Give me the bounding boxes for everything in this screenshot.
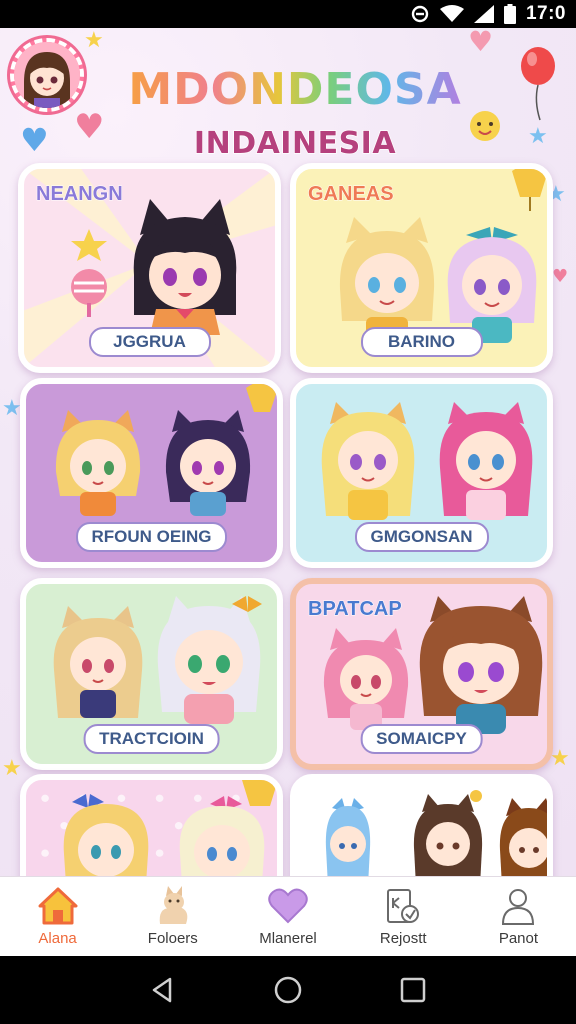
heart-decoration-icon: ♥: [468, 28, 494, 58]
nav-item-home[interactable]: Alana: [0, 877, 115, 956]
anime-characters-icon: [321, 402, 533, 520]
heart-decoration-icon: ♥: [20, 121, 49, 159]
anime-characters-icon: [323, 596, 543, 734]
bottom-navigation: Alana Foloers Mlanerel Rejostt Panot: [0, 876, 576, 956]
cat-icon: [159, 886, 188, 924]
system-navigation-bar: [0, 956, 576, 1024]
lollipop-icon: [71, 229, 107, 317]
nav-label: Mlanerel: [259, 930, 317, 947]
heart-decoration-icon: ♥: [552, 266, 569, 287]
category-card[interactable]: TRACTCIOIN: [20, 578, 283, 770]
nav-item-shop[interactable]: Rejostt: [346, 877, 461, 956]
nav-label: Rejostt: [379, 930, 427, 947]
star-decoration-icon: ★: [2, 396, 22, 421]
gold-balloon-icon: [242, 780, 277, 806]
battery-icon: [503, 4, 516, 24]
star-decoration-icon: ★: [528, 124, 548, 149]
profile-icon: [502, 889, 535, 925]
star-decoration-icon: ★: [84, 28, 104, 53]
home-icon: [38, 887, 78, 925]
heart-decoration-icon: ♥: [74, 107, 105, 147]
category-card[interactable]: BPATCAP SOMAICPY: [290, 578, 553, 770]
no-disturb-icon: [411, 5, 429, 23]
anime-characters-icon: [55, 410, 251, 516]
shop-icon: [387, 889, 420, 923]
category-card[interactable]: RFOUN OEING: [20, 378, 283, 568]
heart-icon: [268, 888, 308, 924]
star-decoration-icon: ★: [2, 756, 22, 781]
gold-balloon-icon: [246, 384, 277, 412]
back-icon[interactable]: [148, 975, 178, 1005]
status-time: 17:0: [525, 3, 566, 24]
nav-item-followers[interactable]: Foloers: [115, 877, 230, 956]
category-card[interactable]: GANEAS BARINO: [290, 163, 553, 373]
category-card[interactable]: [20, 774, 283, 876]
anime-characters-icon: [325, 790, 547, 876]
app-subtitle: INDAINESIA: [193, 125, 397, 162]
home-button-icon[interactable]: [273, 975, 303, 1005]
status-bar: 17:0: [0, 0, 576, 28]
nav-item-favorites[interactable]: Mlanerel: [230, 877, 345, 956]
balloon-icon: [521, 47, 555, 121]
nav-label: Alana: [38, 930, 77, 947]
anime-character-icon: [133, 199, 237, 335]
category-card[interactable]: GMGONSAN: [290, 378, 553, 568]
avatar-character-icon: [14, 42, 80, 108]
star-decoration-icon: ★: [550, 746, 570, 771]
card-corner-text: NEANGN: [36, 183, 124, 206]
card-label: TRACTCIOIN: [83, 724, 220, 754]
anime-characters-icon: [63, 794, 265, 876]
sun-face-icon: [470, 111, 500, 141]
card-label: SOMAICPY: [360, 724, 483, 754]
wifi-icon: [439, 5, 464, 22]
card-label: JGGRUA: [88, 327, 211, 357]
app-screen: ★ ♥ ♥ ♥ ★ ★ ★ ★ ★ ♥ MDONDEOSA INDAINESIA…: [0, 28, 576, 876]
card-corner-text: GANEAS: [308, 183, 395, 206]
anime-characters-icon: [339, 217, 537, 343]
category-card[interactable]: NEANGN JGGRUA: [18, 163, 281, 373]
signal-icon: [473, 5, 494, 23]
anime-characters-icon: [53, 596, 262, 724]
recents-icon[interactable]: [398, 975, 428, 1005]
category-card[interactable]: [290, 774, 553, 876]
profile-avatar[interactable]: [10, 38, 84, 112]
card-label: RFOUN OEING: [75, 522, 228, 552]
card-label: BARINO: [360, 327, 483, 357]
nav-item-profile[interactable]: Panot: [461, 877, 576, 956]
gold-balloon-icon: [512, 169, 547, 211]
app-title: MDONDEOSA: [128, 64, 462, 115]
nav-label: Panot: [498, 930, 539, 947]
nav-label: Foloers: [147, 930, 198, 947]
card-label: GMGONSAN: [354, 522, 489, 552]
